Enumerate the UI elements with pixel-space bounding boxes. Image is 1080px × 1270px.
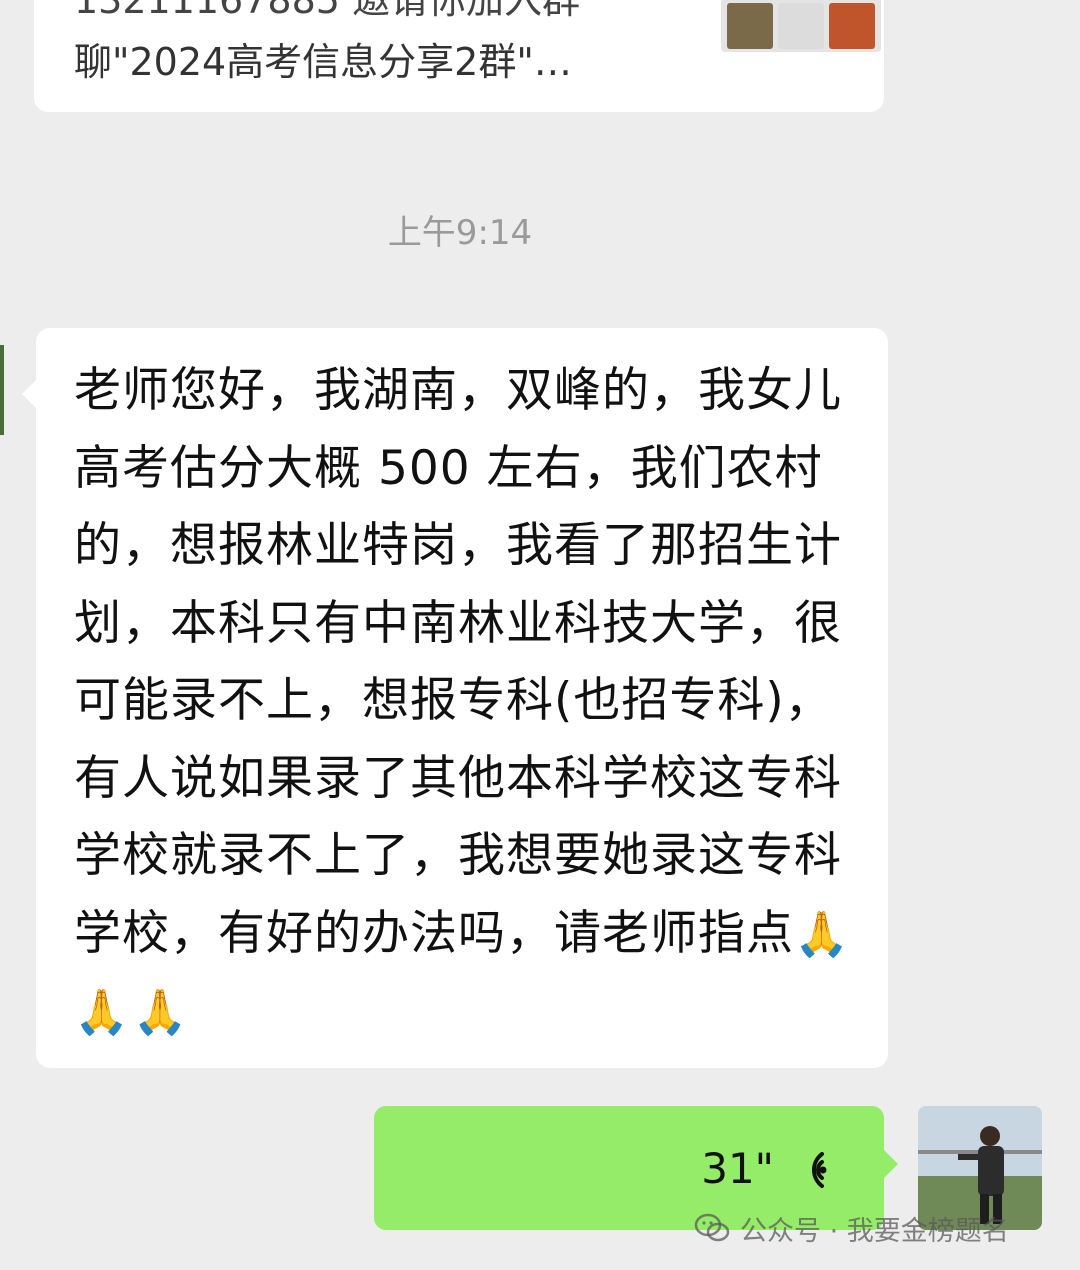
group-avatar xyxy=(721,0,881,52)
invite-line-1: 13211167885 邀请你加入群 xyxy=(74,0,581,22)
invite-line-2: 聊"2024高考信息分享2群"… xyxy=(74,40,572,84)
voice-wave-icon xyxy=(812,1152,827,1188)
wechat-icon xyxy=(694,1213,730,1242)
watermark: 公众号 · 我要金榜题名 xyxy=(694,1206,1009,1250)
sender-avatar-edge xyxy=(0,345,4,435)
message-body: 老师您好，我湖南，双峰的，我女儿高考估分大概 500 左右，我们农村的，想报林业… xyxy=(74,363,842,961)
watermark-text: 公众号 · 我要金榜题名 xyxy=(740,1215,1009,1247)
voice-duration: 31" xyxy=(701,1144,774,1193)
group-invite-card[interactable]: 13211167885 邀请你加入群 聊"2024高考信息分享2群"… xyxy=(34,0,884,112)
incoming-message-text: 老师您好，我湖南，双峰的，我女儿高考估分大概 500 左右，我们农村的，想报林业… xyxy=(74,352,864,1052)
incoming-message-bubble[interactable]: 老师您好，我湖南，双峰的，我女儿高考估分大概 500 左右，我们农村的，想报林业… xyxy=(22,328,888,1068)
chat-timestamp: 上午9:14 xyxy=(387,213,533,253)
